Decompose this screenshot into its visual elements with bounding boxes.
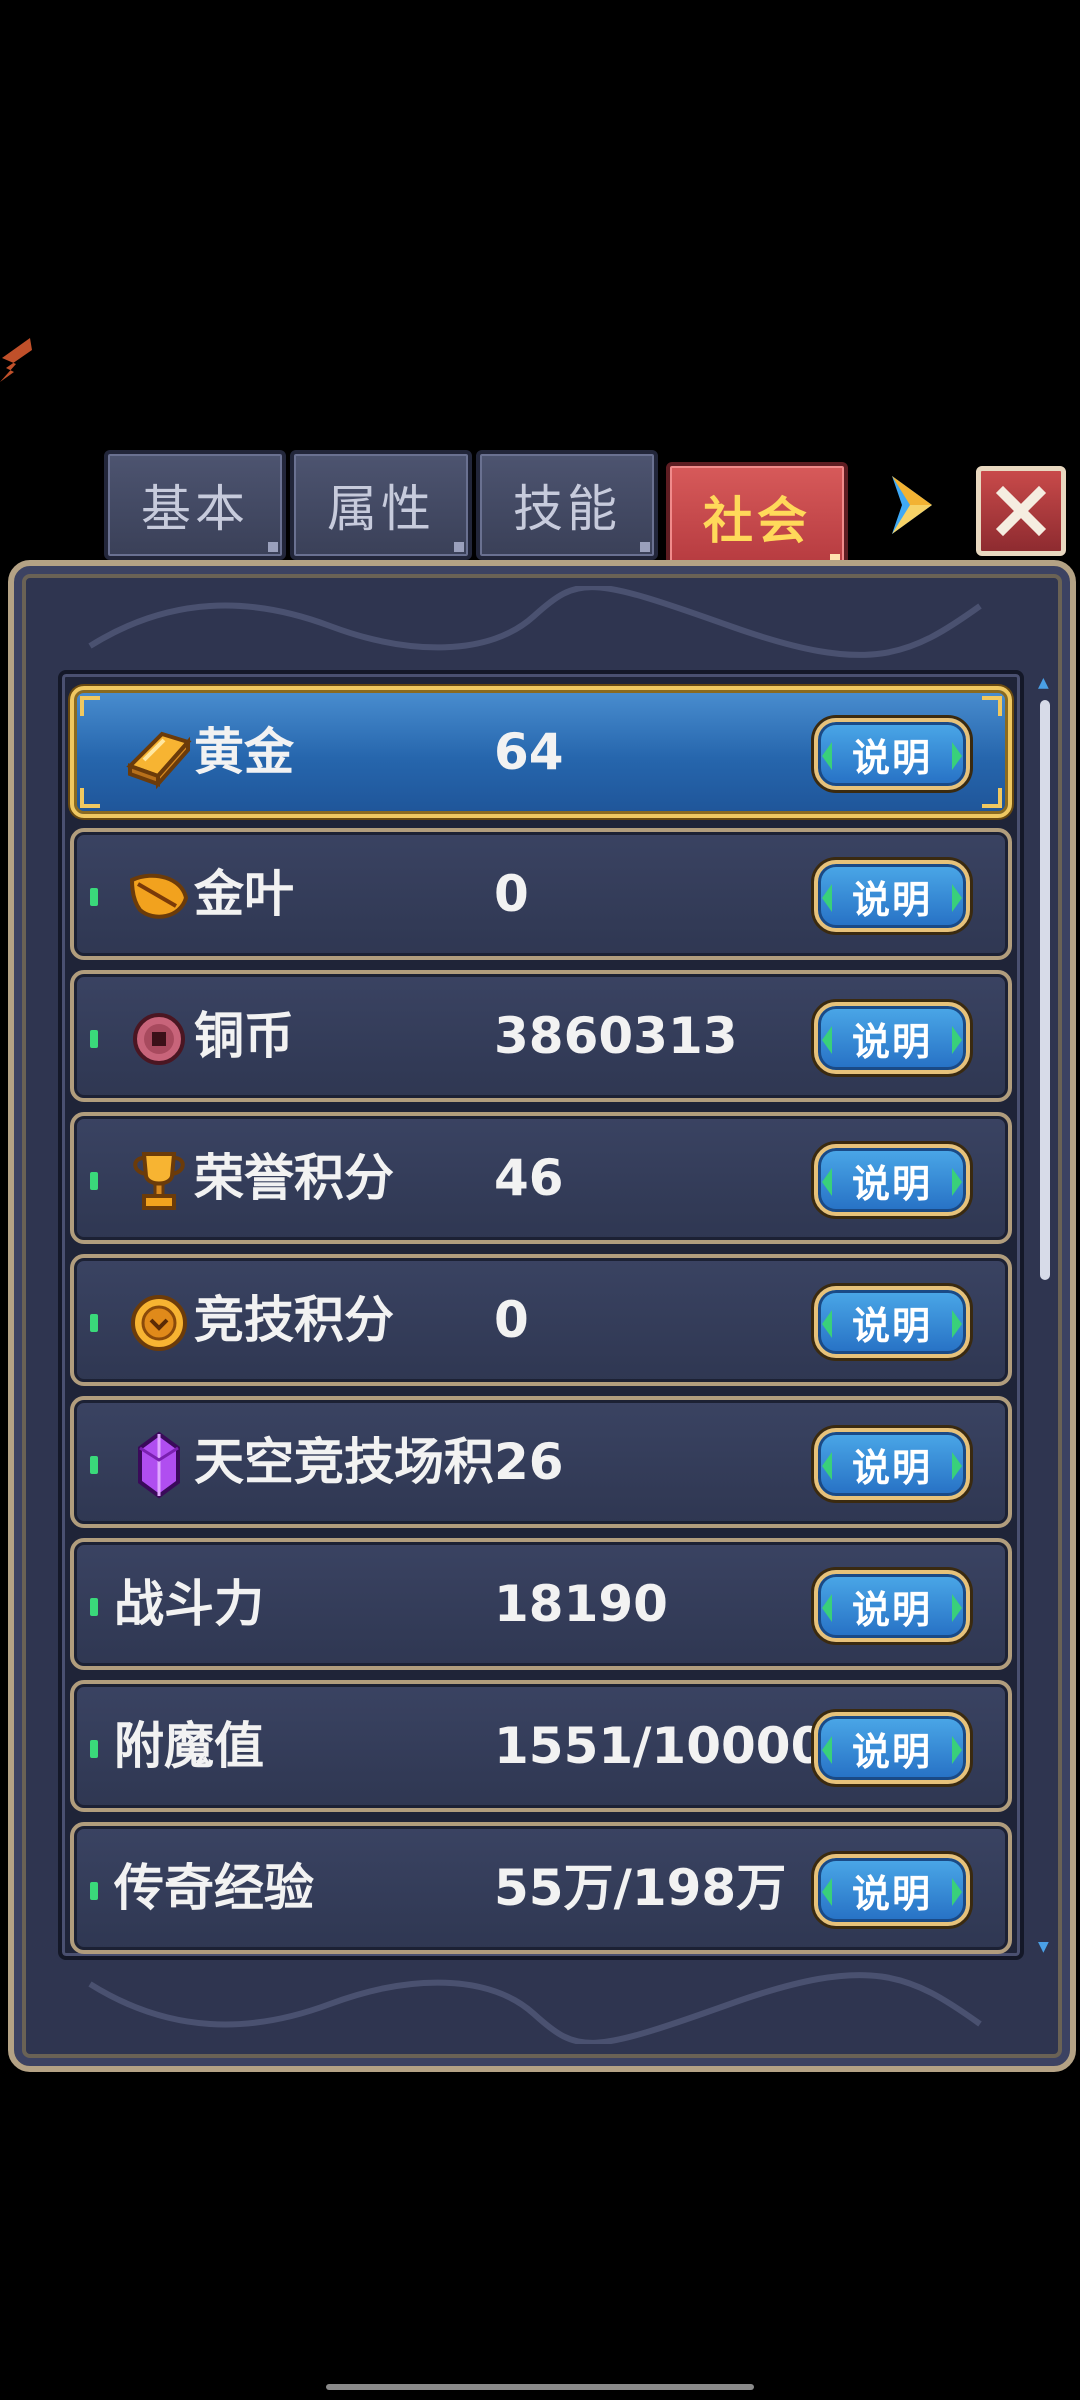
row-indicator [90,1314,98,1332]
tab-label: 基本 [141,480,249,538]
copper-coin-icon [133,1013,185,1065]
info-button[interactable]: 说明 [814,1854,970,1926]
stat-row-sky-arena-points[interactable]: 天空竞技场积分 26 说明 [70,1396,1012,1528]
stat-row-legend-exp[interactable]: 传奇经验 55万/198万 说明 [70,1822,1012,1954]
info-button[interactable]: 说明 [814,1712,970,1784]
row-indicator [90,1740,98,1758]
info-button-label: 说明 [851,1161,932,1206]
tab-basic[interactable]: 基本 [104,450,286,560]
stat-row-copper-coin[interactable]: 铜币 3860313 说明 [70,970,1012,1102]
arena-medal-icon [131,1295,187,1351]
corner-ornament [80,696,100,716]
tab-label: 社会 [703,492,811,550]
stat-value: 55万/198万 [494,1859,787,1917]
purple-crystal-icon [138,1431,180,1499]
next-arrow-icon[interactable] [880,470,940,540]
info-button[interactable]: 说明 [814,1144,970,1216]
stat-label: 战斗力 [114,1575,264,1633]
info-button[interactable]: 说明 [814,1002,970,1074]
stat-value: 46 [494,1149,564,1207]
info-button[interactable]: 说明 [814,1428,970,1500]
stat-row-gold[interactable]: 黄金 64 说明 [70,686,1012,818]
info-button-label: 说明 [851,877,932,922]
stat-row-honor-points[interactable]: 荣誉积分 46 说明 [70,1112,1012,1244]
info-button-label: 说明 [851,1445,932,1490]
row-indicator [90,1030,98,1048]
stat-row-gold-leaf[interactable]: 金叶 0 说明 [70,828,1012,960]
stat-row-enchant-value[interactable]: 附魔值 1551/10000 说明 [70,1680,1012,1812]
panel-bottom-ornament [88,1972,982,2044]
stat-label: 传奇经验 [114,1859,314,1917]
stat-label: 附魔值 [114,1717,264,1775]
info-button-label: 说明 [851,1019,932,1064]
tab-corner-decoration [268,542,278,552]
info-button[interactable]: 说明 [814,1286,970,1358]
panel-top-ornament [88,586,982,658]
row-indicator [90,1882,98,1900]
scroll-up-icon[interactable]: ▲ [1038,676,1052,690]
game-screen: 基本 属性 技能 社会 ▲ ▼ 黄金 64 说明 金叶 0 说明 铜币 3860… [0,0,1080,2400]
gold-bar-icon [126,731,192,790]
info-button-label: 说明 [851,1303,932,1348]
info-button[interactable]: 说明 [814,1570,970,1642]
row-indicator [90,1598,98,1616]
corner-ornament [982,696,1002,716]
trophy-icon [133,1152,185,1210]
info-button-label: 说明 [851,735,932,780]
stat-value: 0 [494,1291,529,1349]
tab-attributes[interactable]: 属性 [290,450,472,560]
stat-value: 3860313 [494,1007,738,1065]
stat-row-arena-points[interactable]: 竞技积分 0 说明 [70,1254,1012,1386]
close-icon [995,485,1047,537]
close-button[interactable] [976,466,1066,556]
stat-value: 64 [494,723,564,781]
stat-value: 18190 [494,1575,668,1633]
row-indicator [90,888,98,906]
stat-value: 0 [494,865,529,923]
info-button[interactable]: 说明 [814,718,970,790]
stat-label: 天空竞技场积分 [194,1433,494,1491]
stat-value: 1551/10000 [494,1717,826,1775]
back-arrow-icon[interactable] [0,330,42,390]
tab-skills[interactable]: 技能 [476,450,658,560]
tab-social[interactable]: 社会 [666,462,848,572]
tab-corner-decoration [640,542,650,552]
info-button-label: 说明 [851,1729,932,1774]
corner-ornament [80,788,100,808]
tab-label: 属性 [327,480,435,538]
scrollbar-thumb[interactable] [1040,700,1050,1280]
scroll-down-icon[interactable]: ▼ [1038,1940,1052,1954]
info-button-label: 说明 [851,1871,932,1916]
stat-row-combat-power[interactable]: 战斗力 18190 说明 [70,1538,1012,1670]
info-button[interactable]: 说明 [814,860,970,932]
row-indicator [90,1456,98,1474]
home-indicator[interactable] [326,2384,754,2390]
corner-ornament [982,788,1002,808]
tab-corner-decoration [454,542,464,552]
gold-leaf-icon [129,873,189,919]
info-button-label: 说明 [851,1587,932,1632]
stat-value: 26 [494,1433,564,1491]
tab-label: 技能 [513,480,621,538]
row-indicator [90,1172,98,1190]
